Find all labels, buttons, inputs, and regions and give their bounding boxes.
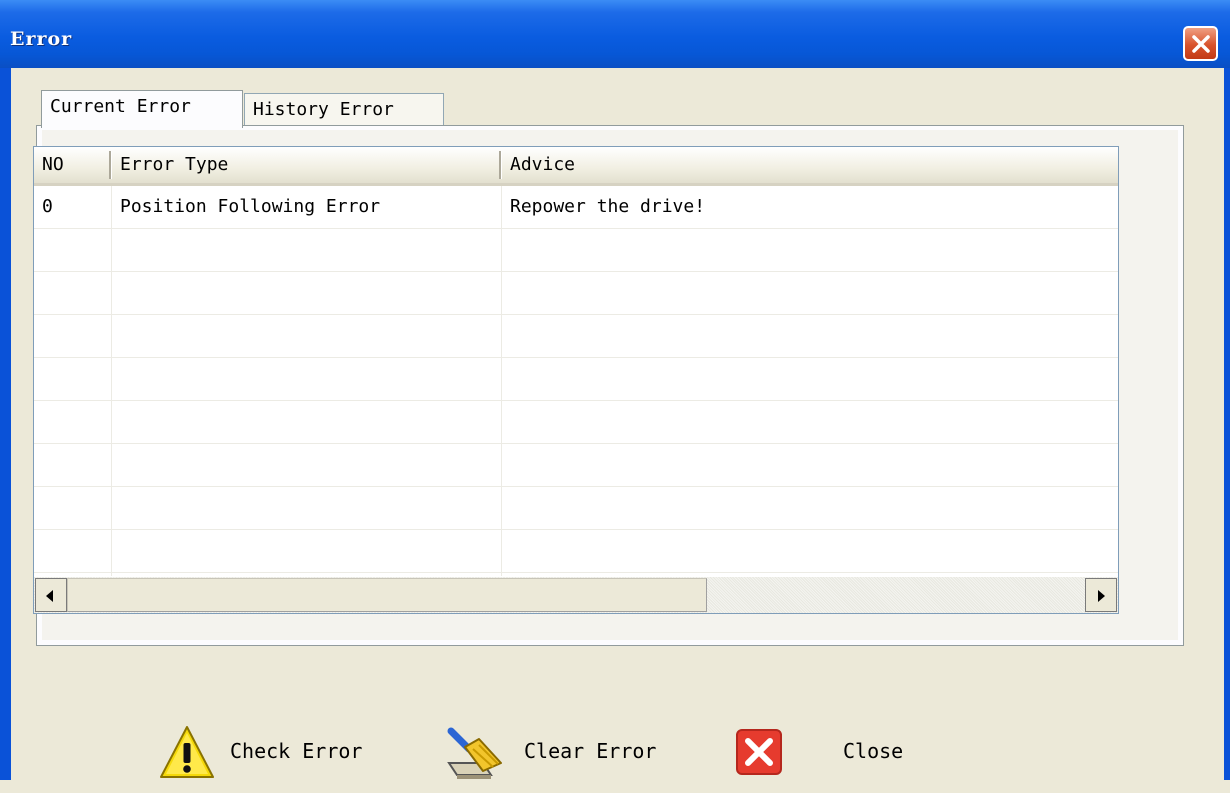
list-header: NO Error Type Advice: [34, 147, 1118, 186]
title-bar[interactable]: Error: [0, 0, 1230, 68]
scroll-left-button[interactable]: [35, 578, 67, 612]
column-header-error-type[interactable]: Error Type: [112, 147, 499, 183]
tab-current-error[interactable]: Current Error: [41, 90, 243, 128]
broom-icon: [447, 727, 502, 779]
close-label: Close: [843, 739, 904, 763]
clear-error-button[interactable]: Clear Error: [443, 723, 693, 793]
cell-error-type: Position Following Error: [120, 196, 381, 217]
column-header-advice[interactable]: Advice: [502, 147, 1118, 183]
dialog-client-area: Current Error History Error NO Error Typ…: [11, 68, 1224, 780]
check-error-button[interactable]: Check Error: [158, 723, 398, 793]
error-dialog-window: Error Current Error History Error NO Err…: [0, 0, 1230, 780]
table-row-empty: [34, 401, 1118, 444]
tab-current-error-label: Current Error: [50, 96, 191, 117]
column-header-error-type-label: Error Type: [120, 154, 229, 175]
column-header-no[interactable]: NO: [34, 147, 109, 183]
table-row-empty: [34, 358, 1118, 401]
close-icon: [736, 729, 782, 775]
table-row-empty: [34, 272, 1118, 315]
table-row-empty: [34, 229, 1118, 272]
clear-error-label: Clear Error: [524, 739, 657, 763]
scroll-right-button[interactable]: [1085, 578, 1117, 612]
table-row-empty: [34, 487, 1118, 530]
window-close-button[interactable]: [1183, 26, 1218, 61]
table-row[interactable]: 0 Position Following Error Repower the d…: [34, 186, 1118, 229]
horizontal-scrollbar[interactable]: [34, 577, 1118, 613]
table-row-empty: [34, 315, 1118, 358]
close-x-icon: [1192, 35, 1210, 53]
warning-icon: [160, 726, 214, 778]
column-header-no-label: NO: [42, 154, 64, 175]
window-title: Error: [10, 28, 73, 50]
cell-advice: Repower the drive!: [510, 196, 706, 217]
scrollbar-thumb[interactable]: [67, 578, 707, 612]
table-row-empty: [34, 530, 1118, 573]
column-header-advice-label: Advice: [510, 154, 576, 175]
error-list-view[interactable]: NO Error Type Advice 0 Position Followin…: [33, 146, 1119, 614]
check-error-label: Check Error: [230, 739, 363, 763]
tab-history-error[interactable]: History Error: [244, 93, 444, 127]
tab-history-error-label: History Error: [253, 99, 394, 120]
table-row-empty: [34, 444, 1118, 487]
close-button[interactable]: Close: [735, 723, 915, 793]
cell-no: 0: [42, 196, 53, 217]
